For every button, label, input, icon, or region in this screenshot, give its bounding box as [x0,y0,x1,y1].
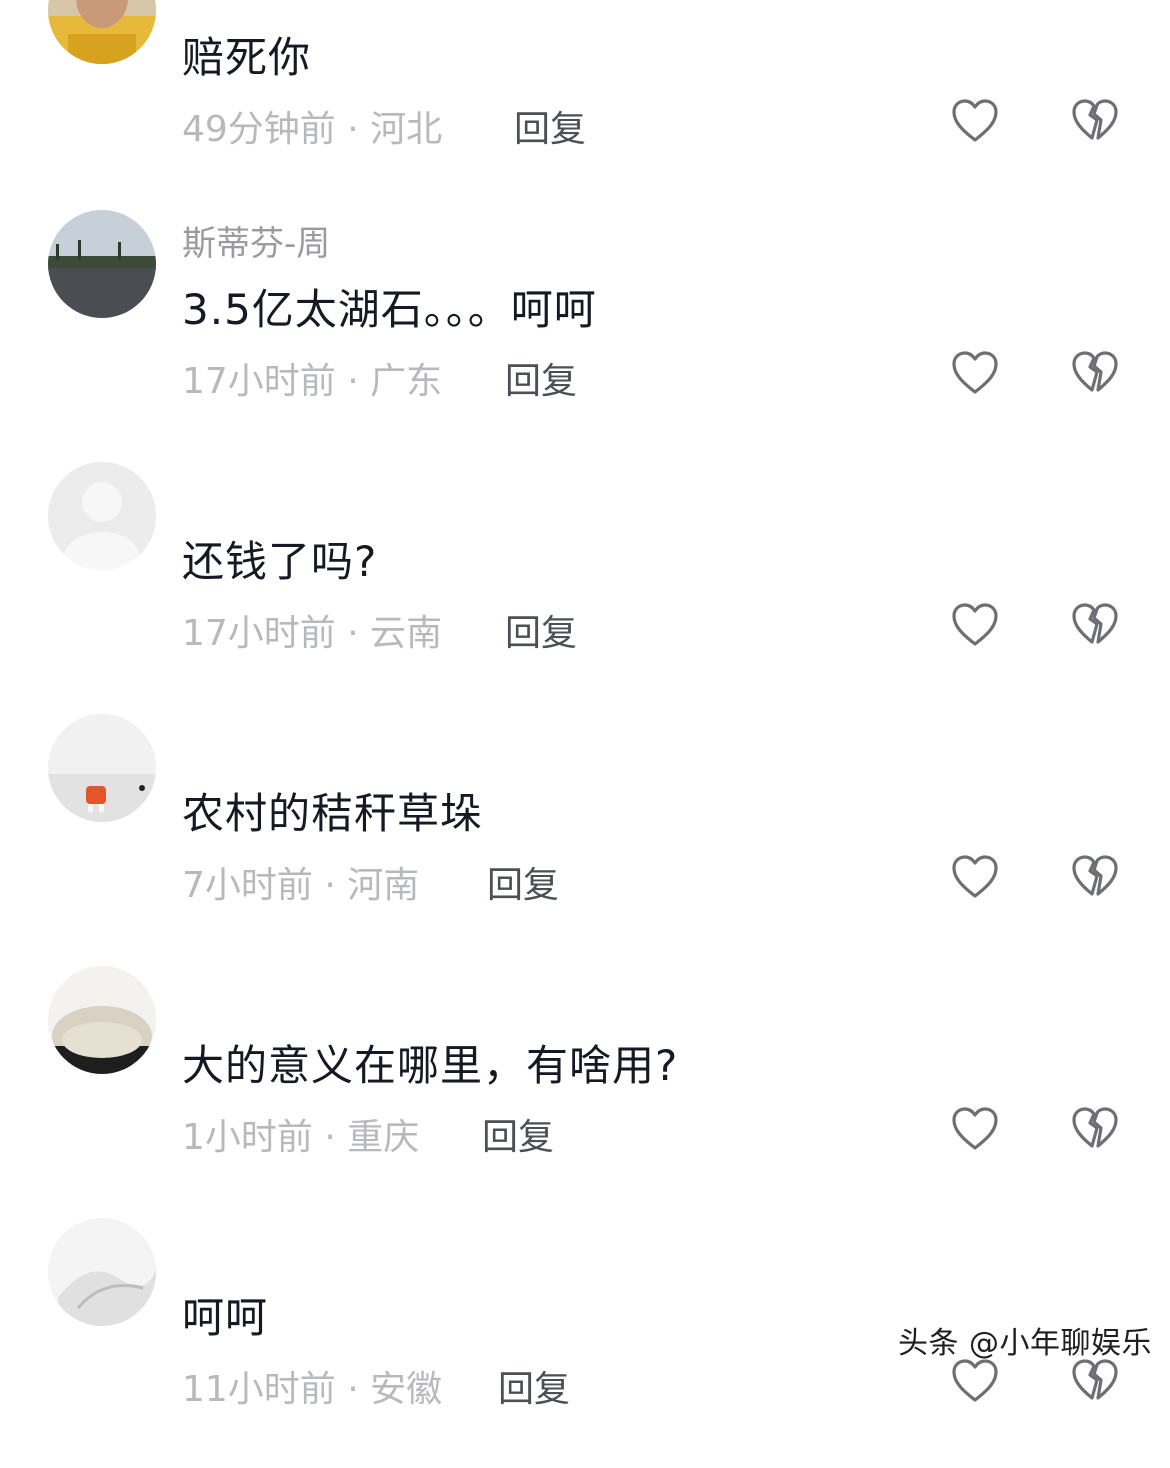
reply-button[interactable]: 回复 [482,1108,554,1160]
username-blurred[interactable] [182,1228,362,1262]
reply-button[interactable]: 回复 [514,100,586,152]
comment-text: 呵呵 [182,1293,269,1342]
comment-time-location: 11小时前 · 安徽 [182,1369,443,1410]
watermark: 头条 @小年聊娱乐 [898,1326,1153,1361]
heart-outline-icon[interactable] [950,96,1000,146]
comment-item: 斯蒂芬-周 3.5亿太湖石。。。呵呵 17小时前 · 广东 回复 [0,208,1170,460]
avatar[interactable] [48,0,156,64]
avatar[interactable] [48,966,156,1074]
comment-time-location: 1小时前 · 重庆 [182,1117,420,1158]
username[interactable]: 斯蒂芬-周 [182,216,330,265]
heart-outline-icon[interactable] [950,852,1000,902]
broken-heart-icon[interactable] [1070,852,1120,902]
heart-outline-icon[interactable] [950,1356,1000,1406]
heart-outline-icon[interactable] [950,1104,1000,1154]
broken-heart-icon[interactable] [1070,600,1120,650]
avatar[interactable] [48,462,156,570]
comment-text: 还钱了吗? [182,537,378,586]
avatar[interactable] [48,1218,156,1326]
comment-time-location: 17小时前 · 广东 [182,361,443,402]
comment-text: 3.5亿太湖石。。。呵呵 [182,285,597,334]
broken-heart-icon[interactable] [1070,1104,1120,1154]
broken-heart-icon[interactable] [1070,96,1120,146]
avatar[interactable] [48,210,156,318]
comment-time-location: 7小时前 · 河南 [182,865,420,906]
comment-time-location: 49分钟前 · 河北 [182,109,443,150]
username-blurred[interactable] [182,724,442,758]
comment-text: 赔死你 [182,33,312,82]
comment-item: 农村的秸秆草垛 7小时前 · 河南 回复 [0,712,1170,964]
comment-item: 还钱了吗? 17小时前 · 云南 回复 [0,460,1170,712]
reply-button[interactable]: 回复 [487,856,559,908]
reply-button[interactable]: 回复 [505,352,577,404]
reply-button[interactable]: 回复 [498,1360,570,1412]
heart-outline-icon[interactable] [950,600,1000,650]
comment-item: 大的意义在哪里，有啥用? 1小时前 · 重庆 回复 [0,964,1170,1216]
heart-outline-icon[interactable] [950,348,1000,398]
username-blurred[interactable] [182,472,602,506]
broken-heart-icon[interactable] [1070,1356,1120,1406]
broken-heart-icon[interactable] [1070,348,1120,398]
avatar[interactable] [48,714,156,822]
reply-button[interactable]: 回复 [505,604,577,656]
comment-text: 大的意义在哪里，有啥用? [182,1041,679,1090]
comment-time-location: 17小时前 · 云南 [182,613,443,654]
comment-text: 农村的秸秆草垛 [182,789,484,838]
username-blurred[interactable] [182,976,322,1010]
